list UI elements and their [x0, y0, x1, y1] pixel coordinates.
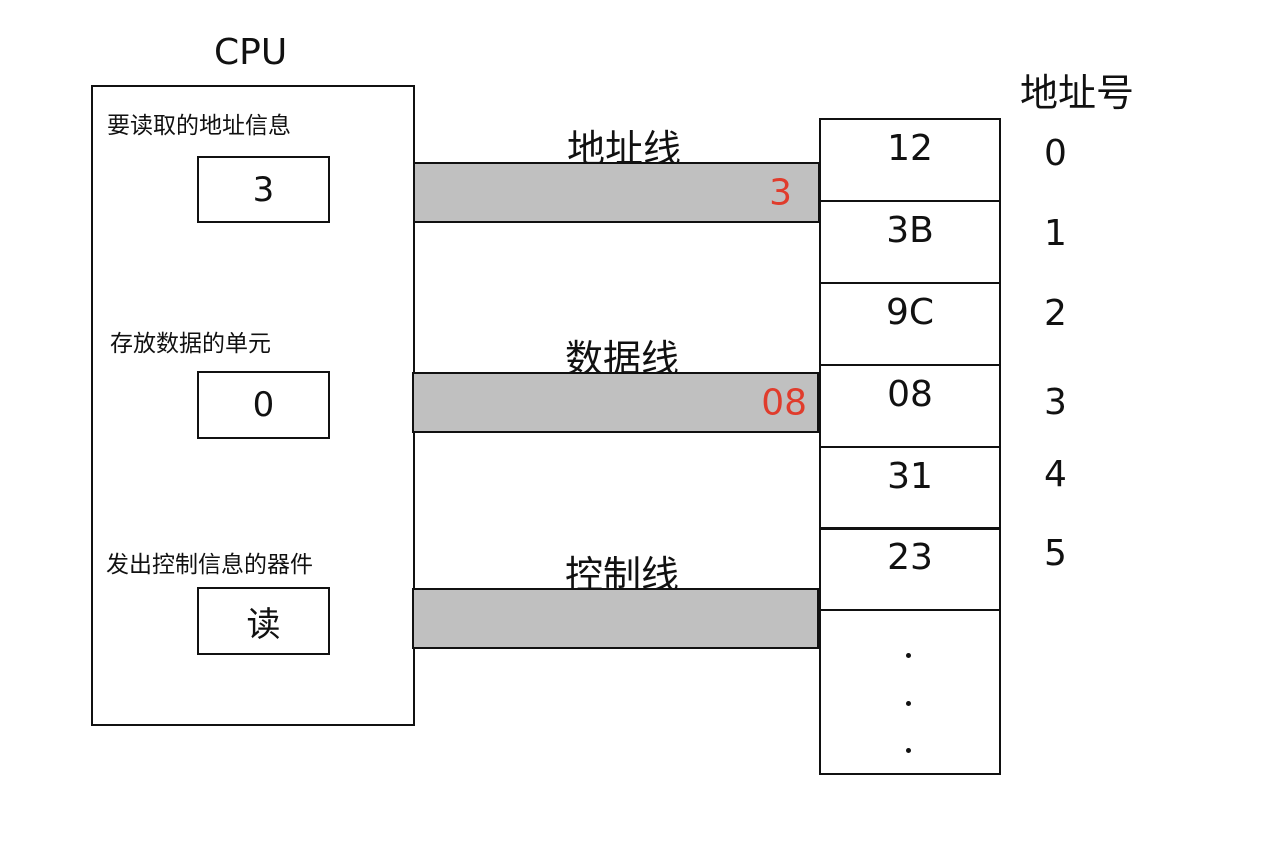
ellipsis-dot — [906, 748, 911, 753]
ellipsis-dot — [906, 701, 911, 706]
address-info-register: 3 — [197, 156, 330, 223]
address-number-3: 3 — [1044, 382, 1067, 423]
memory-cell-3: 08 — [819, 364, 1001, 448]
address-number-4: 4 — [1044, 454, 1067, 495]
data-bus-value: 08 — [761, 382, 807, 423]
memory-cell-0: 12 — [819, 118, 1001, 202]
address-number-2: 2 — [1044, 293, 1067, 334]
address-number-0: 0 — [1044, 133, 1067, 174]
cpu-title: CPU — [214, 32, 288, 73]
address-header: 地址号 — [1020, 71, 1135, 115]
control-register: 读 — [197, 587, 330, 655]
memory-cell-5: 23 — [819, 527, 1001, 611]
memory-cell-1: 3B — [819, 200, 1001, 284]
data-unit-label: 存放数据的单元 — [110, 331, 271, 357]
memory-cell-2: 9C — [819, 282, 1001, 366]
data-unit-register: 0 — [197, 371, 330, 439]
address-number-5: 5 — [1044, 533, 1067, 574]
control-bus — [412, 588, 819, 649]
ellipsis-dot — [906, 653, 911, 658]
address-number-1: 1 — [1044, 213, 1067, 254]
memory-cell-4: 31 — [819, 446, 1001, 530]
control-label: 发出控制信息的器件 — [106, 552, 313, 578]
address-info-label: 要读取的地址信息 — [107, 113, 291, 139]
address-bus-value: 3 — [769, 172, 792, 213]
address-bus: 3 — [413, 162, 820, 223]
data-bus: 08 — [412, 372, 819, 433]
